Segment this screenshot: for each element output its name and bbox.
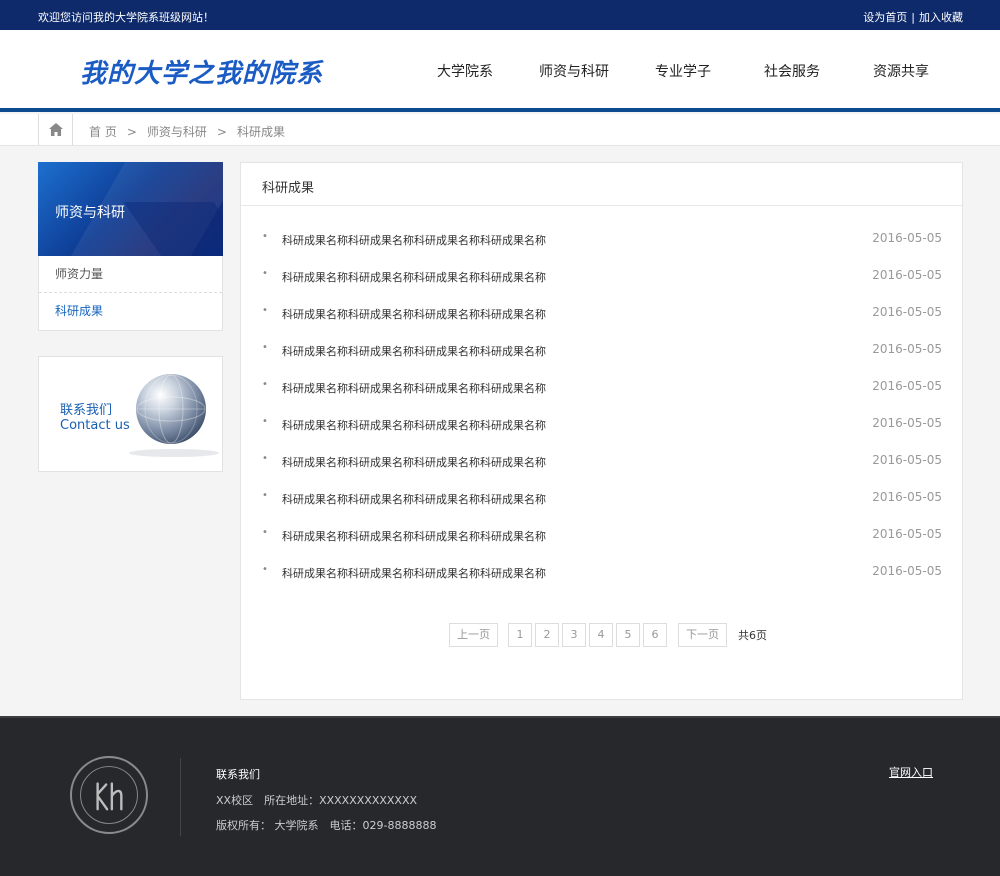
official-site-link[interactable]: 官网入口 <box>889 764 933 780</box>
bullet-icon: • <box>262 490 268 501</box>
page-button-6[interactable]: 6 <box>643 623 667 647</box>
footer-copyright: 版权所有： 大学院系 电话：029-8888888 <box>216 819 437 832</box>
breadcrumb-current: 科研成果 <box>236 125 285 139</box>
sidebar-menu: 师资力量 科研成果 <box>38 256 223 331</box>
list-item-date: 2016-05-05 <box>872 453 942 467</box>
list-item: • 科研成果名称科研成果名称科研成果名称科研成果名称 2016-05-05 <box>262 445 942 482</box>
bullet-icon: • <box>262 379 268 390</box>
list-item-title[interactable]: 科研成果名称科研成果名称科研成果名称科研成果名称 <box>282 417 546 433</box>
list-item-title[interactable]: 科研成果名称科研成果名称科研成果名称科研成果名称 <box>282 269 546 285</box>
page-button-5[interactable]: 5 <box>616 623 640 647</box>
list-item-title[interactable]: 科研成果名称科研成果名称科研成果名称科研成果名称 <box>282 306 546 322</box>
bullet-icon: • <box>262 564 268 575</box>
list-item-title[interactable]: 科研成果名称科研成果名称科研成果名称科研成果名称 <box>282 454 546 470</box>
list-item: • 科研成果名称科研成果名称科研成果名称科研成果名称 2016-05-05 <box>262 297 942 334</box>
sidebar-title: 师资与科研 <box>55 205 125 221</box>
list-item-date: 2016-05-05 <box>872 564 942 578</box>
list-item: • 科研成果名称科研成果名称科研成果名称科研成果名称 2016-05-05 <box>262 223 942 260</box>
list-item-title[interactable]: 科研成果名称科研成果名称科研成果名称科研成果名称 <box>282 528 546 544</box>
list-item-date: 2016-05-05 <box>872 268 942 282</box>
content-panel: 科研成果 • 科研成果名称科研成果名称科研成果名称科研成果名称 2016-05-05… <box>240 162 963 700</box>
contact-us-cn-label: 联系我们 <box>60 403 113 418</box>
content-title: 科研成果 <box>262 181 315 196</box>
nav-item-departments[interactable]: 大学院系 <box>411 61 519 81</box>
home-icon <box>48 123 63 136</box>
site-logo[interactable]: 我的大学之我的院系 <box>80 53 323 90</box>
list-item-title[interactable]: 科研成果名称科研成果名称科研成果名称科研成果名称 <box>282 380 546 396</box>
footer-divider <box>180 758 181 836</box>
set-home-link[interactable]: 设为首页 <box>863 11 907 24</box>
list-item-title[interactable]: 科研成果名称科研成果名称科研成果名称科研成果名称 <box>282 232 546 248</box>
list-item: • 科研成果名称科研成果名称科研成果名称科研成果名称 2016-05-05 <box>262 260 942 297</box>
breadcrumb-separator: > <box>126 125 137 139</box>
list-item-date: 2016-05-05 <box>872 527 942 541</box>
list-item: • 科研成果名称科研成果名称科研成果名称科研成果名称 2016-05-05 <box>262 556 942 593</box>
bookmark-link[interactable]: 加入收藏 <box>919 11 963 24</box>
bullet-icon: • <box>262 453 268 464</box>
list-item-title[interactable]: 科研成果名称科研成果名称科研成果名称科研成果名称 <box>282 565 546 581</box>
contact-us-banner[interactable]: 联系我们 Contact us <box>38 356 223 472</box>
list-item-title[interactable]: 科研成果名称科研成果名称科研成果名称科研成果名称 <box>282 491 546 507</box>
prev-page-button[interactable]: 上一页 <box>449 623 498 647</box>
page-total: 共6页 <box>738 629 767 642</box>
footer-contact-title: 联系我们 <box>216 768 260 781</box>
welcome-text: 欢迎您访问我的大学院系班级网站！ <box>38 11 214 24</box>
sidebar-header: 师资与科研 <box>38 162 223 256</box>
sidebar-item-faculty[interactable]: 师资力量 <box>39 256 222 293</box>
bullet-icon: • <box>262 268 268 279</box>
list-item-date: 2016-05-05 <box>872 379 942 393</box>
top-links-separator: | <box>911 11 915 24</box>
pagination: 上一页 1 2 3 4 5 6 下一页 共6页 <box>449 623 767 647</box>
globe-puzzle-lines <box>136 374 206 444</box>
breadcrumb: 首 页 > 师资与科研 > 科研成果 <box>89 123 285 140</box>
contact-us-en-label: Contact us <box>60 418 130 433</box>
list-item: • 科研成果名称科研成果名称科研成果名称科研成果名称 2016-05-05 <box>262 408 942 445</box>
page-button-1[interactable]: 1 <box>508 623 532 647</box>
page-button-4[interactable]: 4 <box>589 623 613 647</box>
breadcrumb-faculty-research[interactable]: 师资与科研 <box>147 125 207 139</box>
next-page-button[interactable]: 下一页 <box>678 623 727 647</box>
nav-item-resources[interactable]: 资源共享 <box>847 61 955 81</box>
main-nav: 大学院系 师资与科研 专业学子 社会服务 资源共享 <box>411 61 956 81</box>
bullet-icon: • <box>262 527 268 538</box>
site-footer: 联系我们 XX校区 所在地址：XXXXXXXXXXXXX 版权所有： 大学院系 … <box>0 716 1000 876</box>
content-divider <box>241 205 962 206</box>
page-button-2[interactable]: 2 <box>535 623 559 647</box>
list-item: • 科研成果名称科研成果名称科研成果名称科研成果名称 2016-05-05 <box>262 519 942 556</box>
list-item-date: 2016-05-05 <box>872 342 942 356</box>
top-bar: 欢迎您访问我的大学院系班级网站！ 设为首页 | 加入收藏 <box>0 0 1000 30</box>
bullet-icon: • <box>262 305 268 316</box>
page-button-3[interactable]: 3 <box>562 623 586 647</box>
top-links: 设为首页 | 加入收藏 <box>863 9 963 25</box>
nav-item-faculty-research[interactable]: 师资与科研 <box>520 61 628 81</box>
list-item-date: 2016-05-05 <box>872 416 942 430</box>
nav-item-students[interactable]: 专业学子 <box>629 61 737 81</box>
university-seal-icon <box>70 756 148 834</box>
list-item: • 科研成果名称科研成果名称科研成果名称科研成果名称 2016-05-05 <box>262 334 942 371</box>
list-item-date: 2016-05-05 <box>872 490 942 504</box>
sidebar-item-research-results[interactable]: 科研成果 <box>39 293 222 330</box>
results-list: • 科研成果名称科研成果名称科研成果名称科研成果名称 2016-05-05 • 科研成… <box>262 223 942 593</box>
bullet-icon: • <box>262 416 268 427</box>
footer-address: XX校区 所在地址：XXXXXXXXXXXXX <box>216 794 418 807</box>
bullet-icon: • <box>262 231 268 242</box>
breadcrumb-separator: > <box>216 125 227 139</box>
site-header: 我的大学之我的院系 大学院系 师资与科研 专业学子 社会服务 资源共享 <box>0 30 1000 112</box>
nav-item-social-service[interactable]: 社会服务 <box>738 61 846 81</box>
breadcrumb-bar: 首 页 > 师资与科研 > 科研成果 <box>0 114 1000 146</box>
list-item-date: 2016-05-05 <box>872 305 942 319</box>
breadcrumb-home[interactable]: 首 页 <box>89 125 117 139</box>
bullet-icon: • <box>262 342 268 353</box>
globe-shadow <box>129 449 219 457</box>
list-item: • 科研成果名称科研成果名称科研成果名称科研成果名称 2016-05-05 <box>262 371 942 408</box>
list-item-date: 2016-05-05 <box>872 231 942 245</box>
list-item-title[interactable]: 科研成果名称科研成果名称科研成果名称科研成果名称 <box>282 343 546 359</box>
list-item: • 科研成果名称科研成果名称科研成果名称科研成果名称 2016-05-05 <box>262 482 942 519</box>
home-icon-button[interactable] <box>38 114 73 145</box>
